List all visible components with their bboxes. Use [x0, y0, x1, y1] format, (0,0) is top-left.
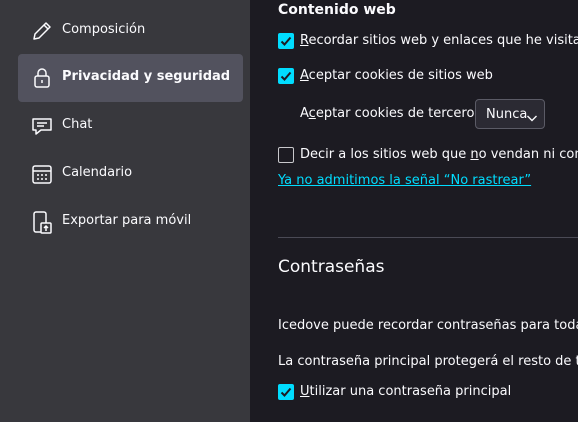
select-value: Nunca	[486, 107, 528, 122]
do-not-track-link[interactable]: Ya no admitimos la señal “No rastrear”	[278, 173, 531, 188]
passwords-description: Icedove puede recordar contraseñas para …	[278, 318, 578, 333]
remember-sites-checkbox[interactable]	[278, 33, 294, 49]
sidebar: Composición Privacidad y seguridad Chat …	[12, 0, 250, 422]
main-content: Contenido web Recordar sitios web y enla…	[250, 0, 578, 422]
primary-password-label[interactable]: Utilizar una contraseña principal	[300, 384, 511, 399]
pencil-icon	[30, 19, 54, 43]
section-title-web-content: Contenido web	[278, 2, 396, 18]
lock-icon	[30, 66, 54, 90]
primary-password-checkbox[interactable]	[278, 384, 294, 400]
third-party-cookies-select[interactable]: Nunca	[475, 99, 545, 129]
accept-cookies-label[interactable]: Aceptar cookies de sitios web	[300, 68, 493, 83]
sidebar-item-label: Calendario	[62, 165, 133, 180]
sidebar-item-label: Exportar para móvil	[62, 213, 192, 228]
section-divider	[278, 237, 578, 238]
primary-password-description: La contraseña principal protegerá el res…	[278, 354, 578, 369]
sidebar-item-label: Chat	[62, 117, 93, 132]
sidebar-item-privacidad[interactable]: Privacidad y seguridad	[18, 54, 243, 102]
window-edge	[0, 0, 12, 422]
section-title-passwords: Contraseñas	[278, 257, 385, 277]
calendar-icon	[30, 162, 54, 186]
chevron-down-icon	[526, 109, 538, 122]
sidebar-item-chat[interactable]: Chat	[18, 102, 243, 150]
sidebar-item-exportar[interactable]: Exportar para móvil	[18, 198, 243, 246]
sidebar-item-calendario[interactable]: Calendario	[18, 150, 243, 198]
remember-sites-label[interactable]: Recordar sitios web y enlaces que he vis…	[300, 33, 578, 48]
sidebar-item-label: Composición	[62, 22, 146, 37]
chat-icon	[30, 114, 54, 138]
mobile-export-icon	[30, 210, 54, 234]
do-not-sell-checkbox[interactable]	[278, 147, 294, 163]
sidebar-item-composicion[interactable]: Composición	[18, 7, 243, 55]
third-party-cookies-label: Aceptar cookies de terceros:	[300, 106, 486, 121]
accept-cookies-checkbox[interactable]	[278, 68, 294, 84]
sidebar-item-label: Privacidad y seguridad	[62, 69, 231, 84]
do-not-sell-label[interactable]: Decir a los sitios web que no vendan ni …	[300, 147, 578, 162]
